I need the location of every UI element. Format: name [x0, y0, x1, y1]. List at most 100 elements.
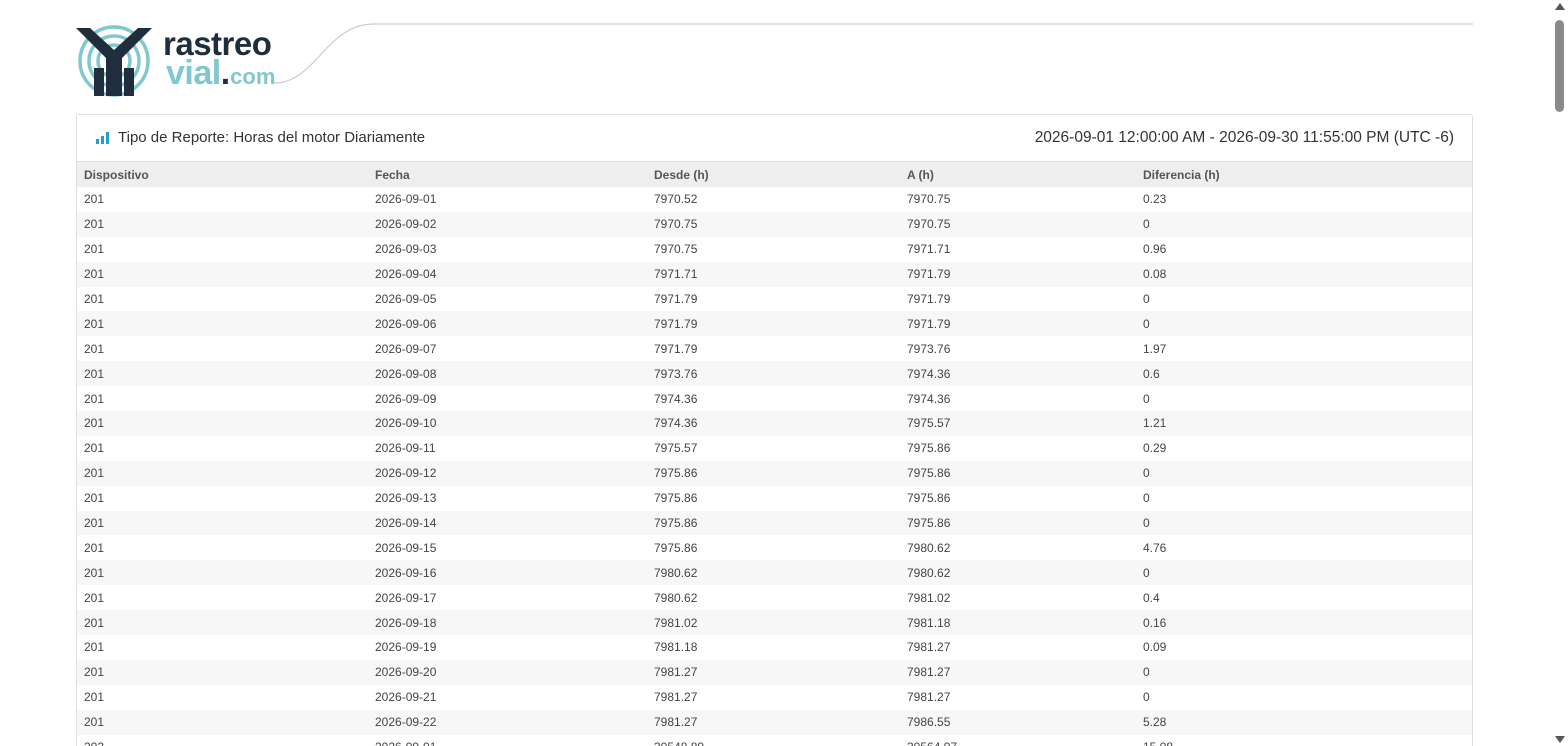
cell-a: 7981.27 [900, 684, 1136, 710]
cell-a: 7971.79 [900, 286, 1136, 312]
cell-fecha: 2026-09-16 [368, 560, 647, 586]
cell-fecha: 2026-09-01 [368, 734, 647, 746]
table-row: 201 2026-09-17 7980.62 7981.02 0.4 [77, 585, 1472, 611]
cell-diferencia: 15.08 [1136, 734, 1472, 746]
cell-desde: 7975.86 [647, 485, 900, 511]
table-row: 201 2026-09-12 7975.86 7975.86 0 [77, 460, 1472, 486]
cell-diferencia: 0.23 [1136, 187, 1472, 212]
vertical-scrollbar[interactable] [1552, 0, 1568, 746]
cell-dispositivo: 201 [77, 560, 368, 586]
table-row: 201 2026-09-04 7971.71 7971.79 0.08 [77, 261, 1472, 287]
cell-desde: 7975.57 [647, 435, 900, 461]
logo[interactable]: rastreo vial.com [76, 24, 276, 100]
column-header-a[interactable]: A (h) [900, 162, 1136, 187]
cell-desde: 7974.36 [647, 411, 900, 436]
cell-diferencia: 0.09 [1136, 635, 1472, 660]
column-header-dispositivo[interactable]: Dispositivo [77, 162, 368, 187]
table-row: 201 2026-09-22 7981.27 7986.55 5.28 [77, 709, 1472, 735]
scrollbar-thumb[interactable] [1555, 20, 1564, 112]
cell-dispositivo: 202 [77, 734, 368, 746]
cell-diferencia: 1.21 [1136, 411, 1472, 436]
cell-dispositivo: 201 [77, 187, 368, 212]
table-row: 201 2026-09-01 7970.52 7970.75 0.23 [77, 187, 1472, 212]
cell-a: 7975.57 [900, 411, 1136, 436]
column-header-diferencia[interactable]: Diferencia (h) [1136, 162, 1472, 187]
cell-fecha: 2026-09-11 [368, 435, 647, 461]
cell-desde: 30548.89 [647, 734, 900, 746]
cell-diferencia: 4.76 [1136, 535, 1472, 561]
table-row: 2022026-09-0130548.8930564.9715.08 [77, 734, 1472, 746]
cell-desde: 7981.27 [647, 659, 900, 685]
cell-fecha: 2026-09-14 [368, 510, 647, 536]
report-type: Tipo de Reporte: Horas del motor Diariam… [96, 129, 425, 146]
scroll-up-arrow-icon[interactable] [1555, 3, 1565, 10]
cell-dispositivo: 201 [77, 585, 368, 611]
cell-a: 7980.62 [900, 560, 1136, 586]
cell-diferencia: 0 [1136, 684, 1472, 710]
cell-dispositivo: 201 [77, 460, 368, 486]
cell-desde: 7975.86 [647, 535, 900, 561]
cell-fecha: 2026-09-07 [368, 336, 647, 362]
column-header-desde[interactable]: Desde (h) [647, 162, 900, 187]
cell-fecha: 2026-09-08 [368, 361, 647, 387]
header: rastreo vial.com [76, 0, 1473, 110]
cell-desde: 7973.76 [647, 361, 900, 387]
scroll-down-arrow-icon[interactable] [1555, 736, 1565, 743]
cell-a: 7981.18 [900, 610, 1136, 636]
cell-diferencia: 0.6 [1136, 361, 1472, 387]
cell-diferencia: 0.08 [1136, 261, 1472, 287]
report-date-range: 2026-09-01 12:00:00 AM - 2026-09-30 11:5… [1034, 129, 1454, 146]
cell-a: 7975.86 [900, 510, 1136, 536]
cell-a: 7975.86 [900, 485, 1136, 511]
cell-a: 7971.79 [900, 311, 1136, 337]
table-body: 201 2026-09-01 7970.52 7970.75 0.23 201 2026-0… [77, 187, 1472, 746]
cell-dispositivo: 201 [77, 659, 368, 685]
logo-mark-icon [76, 25, 152, 97]
cell-dispositivo: 201 [77, 610, 368, 636]
cell-dispositivo: 201 [77, 211, 368, 237]
cell-fecha: 2026-09-19 [368, 635, 647, 660]
table-row: 201 2026-09-14 7975.86 7975.86 0 [77, 510, 1472, 536]
logo-text-bottom: vial.com [166, 56, 275, 97]
table-row: 201 2026-09-02 7970.75 7970.75 0 [77, 211, 1472, 237]
cell-fecha: 2026-09-03 [368, 236, 647, 262]
cell-diferencia: 0 [1136, 311, 1472, 337]
cell-diferencia: 0 [1136, 510, 1472, 536]
cell-a: 7975.86 [900, 460, 1136, 486]
report-page: rastreo vial.com Tipo de Reporte: Horas … [0, 0, 1552, 746]
cell-diferencia: 0.96 [1136, 236, 1472, 262]
table-row: 201 2026-09-06 7971.79 7971.79 0 [77, 311, 1472, 337]
cell-a: 7981.27 [900, 659, 1136, 685]
cell-desde: 7970.52 [647, 187, 900, 212]
cell-diferencia: 0 [1136, 211, 1472, 237]
report-panel: Tipo de Reporte: Horas del motor Diariam… [76, 114, 1473, 746]
cell-diferencia: 0.4 [1136, 585, 1472, 611]
engine-hours-table: Dispositivo Fecha Desde (h) A (h) Difere… [77, 162, 1472, 746]
cell-diferencia: 1.97 [1136, 336, 1472, 362]
cell-fecha: 2026-09-15 [368, 535, 647, 561]
cell-dispositivo: 201 [77, 684, 368, 710]
cell-dispositivo: 201 [77, 435, 368, 461]
cell-fecha: 2026-09-09 [368, 386, 647, 412]
cell-fecha: 2026-09-01 [368, 187, 647, 212]
cell-fecha: 2026-09-02 [368, 211, 647, 237]
logo-text-main: vial [166, 54, 221, 92]
cell-dispositivo: 201 [77, 386, 368, 412]
table-row: 201 2026-09-19 7981.18 7981.27 0.09 [77, 635, 1472, 660]
table-row: 201 2026-09-16 7980.62 7980.62 0 [77, 560, 1472, 586]
table-row: 201 2026-09-15 7975.86 7980.62 4.76 [77, 535, 1472, 561]
table-row: 201 2026-09-03 7970.75 7971.71 0.96 [77, 236, 1472, 262]
cell-diferencia: 0 [1136, 485, 1472, 511]
cell-a: 30564.97 [900, 734, 1136, 746]
cell-desde: 7974.36 [647, 386, 900, 412]
cell-a: 7981.27 [900, 635, 1136, 660]
cell-dispositivo: 201 [77, 535, 368, 561]
column-header-fecha[interactable]: Fecha [368, 162, 647, 187]
cell-desde: 7975.86 [647, 460, 900, 486]
report-type-label: Tipo de Reporte: Horas del motor Diariam… [118, 129, 426, 146]
cell-a: 7975.86 [900, 435, 1136, 461]
cell-fecha: 2026-09-12 [368, 460, 647, 486]
cell-dispositivo: 201 [77, 286, 368, 312]
bar-chart-icon [96, 131, 110, 144]
cell-desde: 7980.62 [647, 585, 900, 611]
